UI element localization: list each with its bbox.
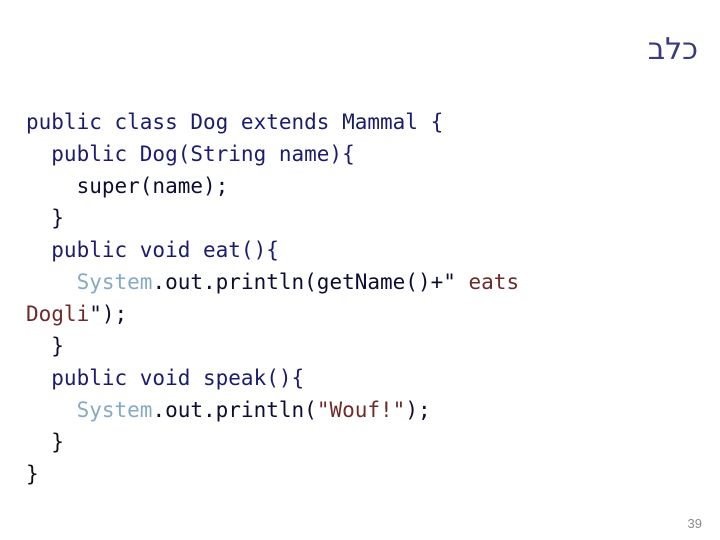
code-token: .out.println( bbox=[152, 398, 317, 422]
code-token: ); bbox=[405, 398, 431, 422]
code-line: } bbox=[26, 458, 702, 490]
code-token: "Wouf!" bbox=[316, 398, 406, 422]
code-token: System bbox=[76, 398, 153, 422]
code-token: System bbox=[76, 270, 153, 294]
code-token: "); bbox=[89, 302, 128, 326]
code-block: public class Dog extends Mammal { public… bbox=[26, 106, 702, 490]
code-token: Dogli bbox=[26, 302, 90, 326]
code-token: eats bbox=[455, 270, 520, 294]
slide-canvas: כלב public class Dog extends Mammal { pu… bbox=[0, 0, 720, 540]
code-line: public Dog(String name){ bbox=[26, 138, 702, 170]
code-token: public void eat(){ bbox=[26, 238, 279, 262]
code-token: public Dog(String name){ bbox=[26, 142, 355, 166]
slide-page-number: 39 bbox=[687, 516, 702, 531]
code-token: } bbox=[26, 334, 64, 358]
code-line: } bbox=[26, 202, 702, 234]
code-token: } bbox=[26, 206, 64, 230]
code-line: } bbox=[26, 426, 702, 458]
slide-title-area: כלב bbox=[40, 22, 698, 78]
code-line: Dogli"); bbox=[26, 298, 702, 330]
code-token: .out.println(getName()+" bbox=[152, 270, 456, 294]
code-token: } bbox=[26, 462, 39, 486]
code-line: System.out.println("Wouf!"); bbox=[26, 394, 702, 426]
code-line: System.out.println(getName()+" eats bbox=[26, 266, 702, 298]
code-line: } bbox=[26, 330, 702, 362]
code-line: public void speak(){ bbox=[26, 362, 702, 394]
page-title: כלב bbox=[647, 32, 698, 67]
code-token: public class Dog extends Mammal { bbox=[26, 110, 444, 134]
code-line: public class Dog extends Mammal { bbox=[26, 106, 702, 138]
code-line: public void eat(){ bbox=[26, 234, 702, 266]
code-token: } bbox=[26, 430, 64, 454]
code-token: public void speak(){ bbox=[26, 366, 305, 390]
code-line: super(name); bbox=[26, 170, 702, 202]
code-token: super(name); bbox=[26, 174, 229, 198]
